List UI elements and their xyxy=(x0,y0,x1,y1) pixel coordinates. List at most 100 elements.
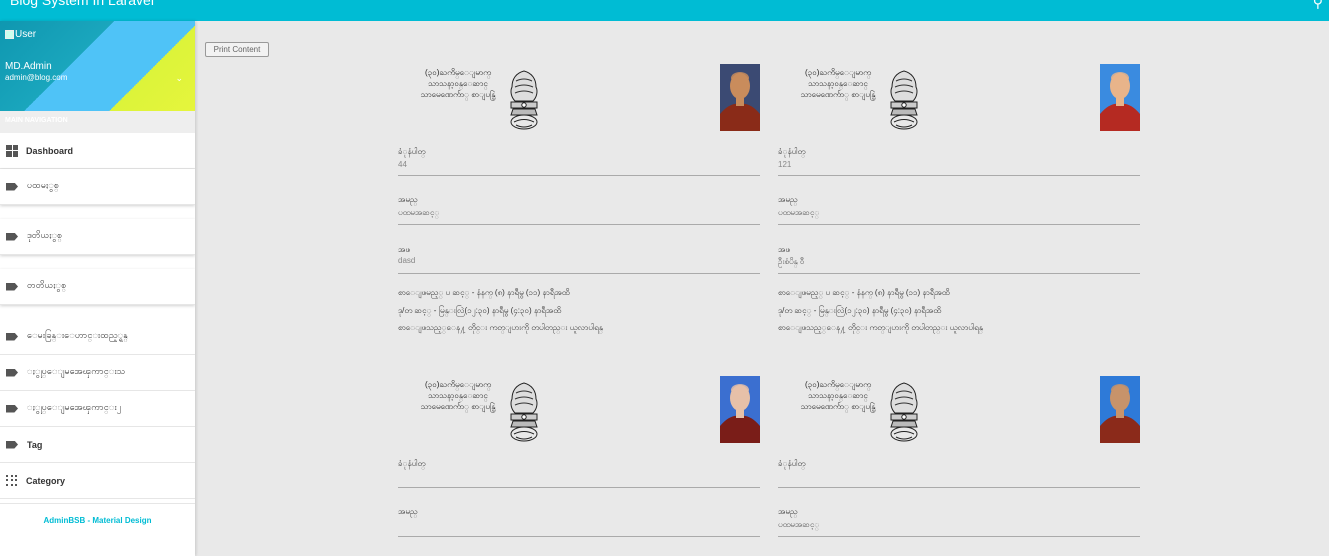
sidebar-item-topic-1[interactable]: ႏွုပ္ေျမအေၾကာင္းသ xyxy=(0,355,195,391)
field-value: 44 xyxy=(398,160,407,169)
name-field: အမည္ xyxy=(398,494,760,544)
org-line: (၃၀)ႀကိမ္ေျမာက္ xyxy=(425,68,491,77)
number-field: ခံုနံပါတ္ 121 xyxy=(778,132,1140,182)
field-label: အမည္ xyxy=(778,195,798,204)
sidebar-item-third-year[interactable]: တတိယႏွစ္ xyxy=(0,269,195,305)
sidebar-item-first-year[interactable]: ပထမႏွစ္ xyxy=(0,169,195,205)
org-title: (၃၀)ႀကိမ္ေျမာက္ သာသနာ့ဝန္ေဆာင္ သာမေဏေက်ာ… xyxy=(788,67,888,100)
search-icon[interactable]: ⚲ xyxy=(1313,0,1323,11)
org-line: (၃၀)ႀကိမ္ေျမာက္ xyxy=(805,68,871,77)
sidebar-item-second-year[interactable]: ဒုတိယႏွစ္ xyxy=(0,219,195,255)
avatar-alt-text: User xyxy=(15,29,37,40)
emblem-icon xyxy=(510,382,538,442)
exam-notes: စာေျဖမည့္ ပ ဆင့္ - နံနက္ (၈) နာရီမွ (၁၁)… xyxy=(398,284,760,337)
label-icon xyxy=(6,232,18,241)
sidebar-item-label: ႏွုပ္ေျမအေၾကာင္း၂ xyxy=(27,402,122,412)
print-content-button[interactable]: Print Content xyxy=(205,42,269,57)
dashboard-icon xyxy=(6,144,18,157)
org-title: (၃၀)ႀကိမ္ေျမာက္ သာသနာ့ဝန္ေဆာင္ သာမေဏေက်ာ… xyxy=(408,379,508,412)
org-line: (၃၀)ႀကိမ္ေျမာက္ xyxy=(805,380,871,389)
label-icon xyxy=(6,404,18,413)
org-line: (၃၀)ႀကိမ္ေျမာက္ xyxy=(425,380,491,389)
avatar: User xyxy=(5,29,36,40)
user-name: MD.Admin xyxy=(5,61,52,72)
sidebar-item-category[interactable]: Category xyxy=(0,463,195,499)
sidebar-item-label: Dashboard xyxy=(26,145,74,156)
field-value: dasd xyxy=(398,256,416,265)
field-label: အဖ xyxy=(398,245,410,254)
field-label: အမည္ xyxy=(398,195,418,204)
admit-card: (၃၀)ႀကိမ္ေျမာက္ သာသနာ့ဝန္ေဆာင္ သာမေဏေက်ာ… xyxy=(778,376,1140,544)
father-field: အဖ dasd xyxy=(398,232,760,282)
sidebar-item-label: ဒုတိယႏွစ္ xyxy=(27,230,63,240)
father-field: အဖ ဦးစံပိန္ ၀ီ xyxy=(778,232,1140,282)
note-line: စာေျဖသည့္ေန႔ တိုင္း ကတ္ျပားကို တပါတည္း ယ… xyxy=(778,323,983,332)
sidebar-item-tag[interactable]: Tag xyxy=(0,427,195,463)
emblem-icon xyxy=(890,70,918,130)
field-label: ခံုနံပါတ္ xyxy=(398,459,426,468)
field-value: ဦးစံပိန္ ၀ီ xyxy=(778,257,805,266)
student-photo xyxy=(720,64,760,131)
note-line: ဒု/တ ဆင့္ - မြန္းလြဲ(၁၂:၃၀) နာရီမွ (၄:၃၀… xyxy=(778,305,941,315)
field-label: ခံုနံပါတ္ xyxy=(398,147,426,156)
admit-card: (၃၀)ႀကိမ္ေျမာက္ သာသနာ့ဝန္ေဆာင္ သာမေဏေက်ာ… xyxy=(778,64,1140,337)
name-field: အမည္ ပထမအဆင့္ xyxy=(398,182,760,232)
field-label: အဖ xyxy=(778,245,790,254)
apps-icon xyxy=(6,474,18,487)
field-label: ခံုနံပါတ္ xyxy=(778,147,806,156)
label-icon xyxy=(6,440,18,449)
label-icon xyxy=(6,182,18,191)
nav-header: MAIN NAVIGATION xyxy=(0,111,195,133)
label-icon xyxy=(6,368,18,377)
note-line: ဒု/တ ဆင့္ - မြန္းလြဲ(၁၂:၃၀) နာရီမွ (၄:၃၀… xyxy=(398,305,561,315)
field-value: ပထမအဆင့္ xyxy=(778,208,820,217)
name-field: အမည္ ပထမအဆင့္ xyxy=(778,494,1140,544)
emblem-icon xyxy=(890,382,918,442)
org-line: သာမေဏေက်ာ္ စာျပန္ပြဲ xyxy=(800,90,876,99)
user-info: User MD.Admin admin@blog.com ⌄ xyxy=(0,21,195,111)
exam-notes: စာေျဖမည့္ ပ ဆင့္ - နံနက္ (၈) နာရီမွ (၁၁)… xyxy=(778,284,1140,337)
note-line: စာေျဖသည့္ေန႔ တိုင္း ကတ္ျပားကို တပါတည္း ယ… xyxy=(398,323,603,332)
sidebar-item-label: ေမးခြန္းေဟာင္းထည့္ရန္ xyxy=(27,330,128,340)
sidebar-menu: Dashboard ပထမႏွစ္ ဒုတိယႏွစ္ တတိယႏွစ္ ေမး… xyxy=(0,133,195,499)
org-title: (၃၀)ႀကိမ္ေျမာက္ သာသနာ့ဝန္ေဆာင္ သာမေဏေက်ာ… xyxy=(788,379,888,412)
org-line: သာသနာ့ဝန္ေဆာင္ xyxy=(428,79,488,88)
name-field: အမည္ ပထမအဆင့္ xyxy=(778,182,1140,232)
admit-card: (၃၀)ႀကိမ္ေျမာက္ သာသနာ့ဝန္ေဆာင္ သာမေဏေက်ာ… xyxy=(398,376,760,544)
field-value: ပထမအဆင့္ xyxy=(398,208,440,217)
sidebar-item-label: ႏွုပ္ေျမအေၾကာင္းသ xyxy=(27,366,126,376)
broken-image-icon xyxy=(5,30,14,39)
app-title[interactable]: Blog System In Laravel xyxy=(10,0,154,8)
sidebar-item-label: ပထမႏွစ္ xyxy=(27,180,59,190)
student-photo xyxy=(720,376,760,443)
org-line: သာမေဏေက်ာ္ စာျပန္ပြဲ xyxy=(420,402,496,411)
org-line: သာမေဏေက်ာ္ စာျပန္ပြဲ xyxy=(420,90,496,99)
sidebar-item-label: Tag xyxy=(27,439,43,450)
sidebar-item-dashboard[interactable]: Dashboard xyxy=(0,133,195,169)
number-field: ခံုနံပါတ္ xyxy=(398,444,760,494)
org-line: သာသနာ့ဝန္ေဆာင္ xyxy=(808,79,868,88)
field-value: ပထမအဆင့္ xyxy=(778,520,820,529)
sidebar-item-add-old-questions[interactable]: ေမးခြန္းေဟာင္းထည့္ရန္ xyxy=(0,319,195,355)
org-line: သာသနာ့ဝန္ေဆာင္ xyxy=(808,391,868,400)
number-field: ခံုနံပါတ္ xyxy=(778,444,1140,494)
admit-card: (၃၀)ႀကိမ္ေျမာက္ သာသနာ့ဝန္ေဆာင္ သာမေဏေက်ာ… xyxy=(398,64,760,337)
note-line: စာေျဖမည့္ ပ ဆင့္ - နံနက္ (၈) နာရီမွ (၁၁)… xyxy=(778,288,950,297)
student-photo xyxy=(1100,376,1140,443)
number-field: ခံုနံပါတ္ 44 xyxy=(398,132,760,182)
left-sidebar: User MD.Admin admin@blog.com ⌄ MAIN NAVI… xyxy=(0,21,195,556)
sidebar-footer[interactable]: AdminBSB - Material Design xyxy=(0,503,195,525)
sidebar-item-label: တတိယႏွစ္ xyxy=(27,280,67,290)
field-label: အမည္ xyxy=(398,507,418,516)
field-label: အမည္ xyxy=(778,507,798,516)
top-navbar: Blog System In Laravel ⚲ xyxy=(0,0,1329,21)
user-menu-chevron-icon[interactable]: ⌄ xyxy=(175,73,183,84)
sidebar-item-topic-2[interactable]: ႏွုပ္ေျမအေၾကာင္း၂ xyxy=(0,391,195,427)
sidebar-item-label: Category xyxy=(26,475,66,486)
student-photo xyxy=(1100,64,1140,131)
note-line: စာေျဖမည့္ ပ ဆင့္ - နံနက္ (၈) နာရီမွ (၁၁)… xyxy=(398,288,570,297)
user-email: admin@blog.com xyxy=(5,73,68,82)
field-value: 121 xyxy=(778,160,792,169)
label-icon xyxy=(6,332,18,341)
field-label: ခံုနံပါတ္ xyxy=(778,459,806,468)
